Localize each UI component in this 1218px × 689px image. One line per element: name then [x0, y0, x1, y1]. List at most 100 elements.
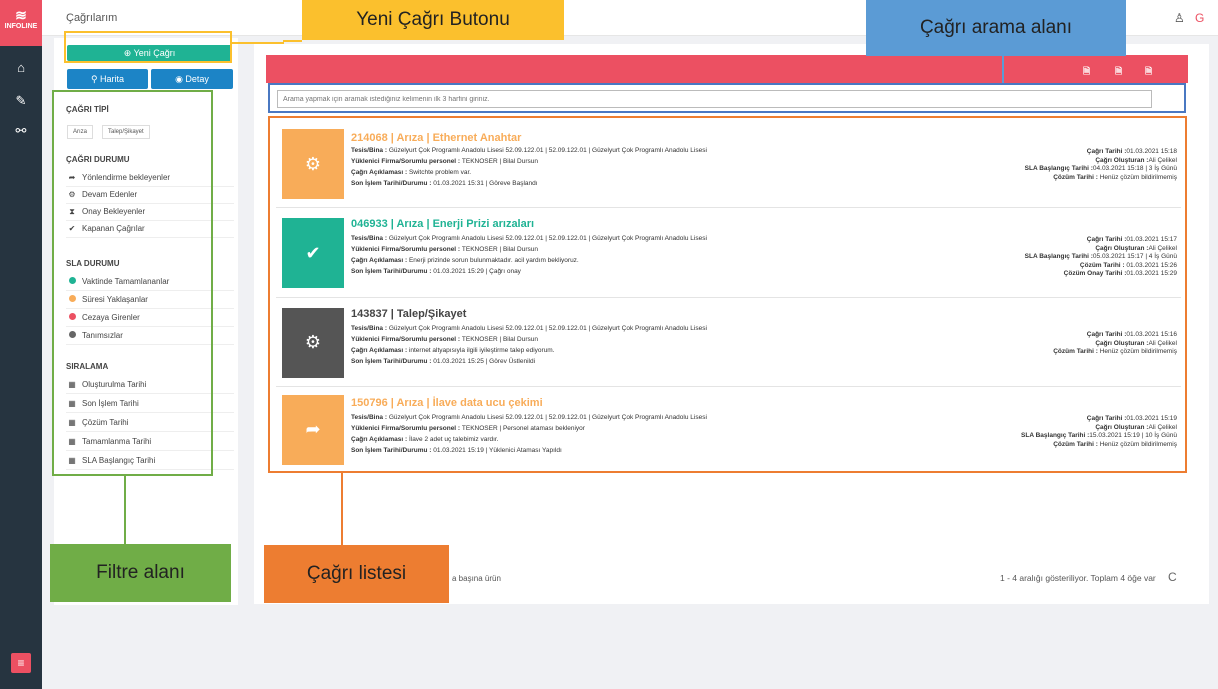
sort-item[interactable]: ▦ SLA Başlangıç Tarihi: [66, 454, 234, 470]
sitemap-icon[interactable]: ⚯: [0, 123, 42, 139]
call-meta-line: SLA Başlangıç Tarihi :05.03.2021 15:17 |…: [1024, 253, 1177, 260]
detail-button[interactable]: ◉ Detay: [151, 69, 233, 89]
menu-toggle-button[interactable]: ≡: [11, 653, 31, 673]
share-icon: ➦: [282, 394, 344, 465]
home-icon[interactable]: ⌂: [0, 60, 42, 75]
excel-export-icon[interactable]: 🗎: [1115, 64, 1122, 80]
call-title[interactable]: 143837 | Talep/Şikayet: [351, 308, 466, 320]
sort-item[interactable]: ▦ Oluşturulma Tarihi: [66, 378, 234, 394]
sla-status-title: SLA DURUMU: [66, 259, 120, 268]
call-card[interactable]: ➦ 150796 | Arıza | İlave data ucu çekimi…: [276, 387, 1181, 472]
call-card[interactable]: ⚙ 214068 | Arıza | Ethernet Anahtar Tesi…: [276, 120, 1181, 208]
status-dot-icon: [66, 275, 78, 289]
calendar-icon: ▦: [68, 380, 76, 389]
annotation-search: Çağrı arama alanı: [866, 0, 1126, 56]
status-filter-item[interactable]: ➦ Yönlendirme bekleyenler: [66, 171, 234, 187]
call-detail-line: Yüklenici Firma/Sorumlu personel : TEKNO…: [351, 158, 538, 165]
logout-icon[interactable]: G: [1195, 11, 1204, 25]
call-meta-line: Çağrı Oluşturan :Ali Çelikel: [1095, 244, 1177, 252]
connector-search: [1002, 56, 1004, 83]
calendar-icon: ▦: [68, 418, 76, 427]
sort-item[interactable]: ▦ Çözüm Tarihi: [66, 416, 234, 432]
connector-new-call: [232, 42, 284, 44]
call-meta-line: Çözüm Tarihi : Henüz çözüm bildirilmemiş: [1053, 173, 1177, 181]
call-detail-line: Tesis/Bina : Güzelyurt Çok Programlı Ana…: [351, 235, 707, 242]
call-detail-line: Son İşlem Tarihi/Durumu : 01.03.2021 15:…: [351, 268, 521, 275]
annotation-filter: Filtre alanı: [50, 544, 231, 602]
sort-label: Tamamlanma Tarihi: [82, 437, 152, 446]
check-circle-icon: ✔: [282, 218, 344, 288]
status-dot-icon: [66, 293, 78, 307]
sidebar: ≋ INFOLINE ⌂ ✎ ⚯ ≡: [0, 0, 42, 689]
sort-title: SIRALAMA: [66, 362, 109, 371]
sort-label: Oluşturulma Tarihi: [82, 380, 147, 389]
call-title[interactable]: 046933 | Arıza | Enerji Prizi arızaları: [351, 218, 534, 230]
call-meta-line: Çözüm Tarihi : Henüz çözüm bildirilmemiş: [1053, 440, 1177, 448]
logo[interactable]: ≋ INFOLINE: [0, 0, 42, 46]
status-dot-icon: [66, 311, 78, 325]
annotation-list: Çağrı listesi: [264, 545, 449, 603]
page-title: Çağrılarım: [66, 12, 118, 24]
call-meta-line: Çağrı Oluşturan :Ali Çelikel: [1095, 423, 1177, 431]
call-card[interactable]: ⚙ 143837 | Talep/Şikayet Tesis/Bina : Gü…: [276, 298, 1181, 387]
call-detail-line: Yüklenici Firma/Sorumlu personel : TEKNO…: [351, 336, 538, 343]
chip-ariza[interactable]: Arıza: [67, 125, 94, 139]
map-button[interactable]: ⚲ Harita: [67, 69, 148, 89]
cogs-icon: ⚙: [282, 307, 344, 378]
call-detail-line: Yüklenici Firma/Sorumlu personel : TEKNO…: [351, 425, 585, 432]
share-icon: ➦: [68, 173, 76, 182]
sla-filter-item[interactable]: Tanımsızlar: [66, 329, 234, 345]
call-detail-line: Yüklenici Firma/Sorumlu personel : TEKNO…: [351, 246, 538, 253]
call-type-title: ÇAĞRI TİPİ: [66, 105, 109, 114]
sort-label: Son İşlem Tarihi: [82, 399, 139, 408]
user-icon[interactable]: ♙: [1174, 11, 1185, 25]
word-export-icon[interactable]: 🗎: [1145, 64, 1152, 80]
call-meta-line: Çağrı Tarihi :01.03.2021 15:17: [1086, 236, 1177, 243]
cogs-icon: ⚙: [68, 190, 76, 199]
call-detail-line: Son İşlem Tarihi/Durumu : 01.03.2021 15:…: [351, 180, 538, 187]
sla-filter-label: Vaktinde Tamamlananlar: [82, 277, 170, 286]
calendar-icon: ▦: [68, 456, 76, 465]
new-call-button[interactable]: ⊕ Yeni Çağrı: [67, 45, 232, 61]
status-filter-label: Yönlendirme bekleyenler: [82, 173, 171, 182]
pdf-export-icon[interactable]: 🗎: [1083, 64, 1090, 80]
sort-item[interactable]: ▦ Son İşlem Tarihi: [66, 397, 234, 413]
wrench-icon[interactable]: ✎: [0, 93, 42, 109]
call-detail-line: Son İşlem Tarihi/Durumu : 01.03.2021 15:…: [351, 447, 562, 454]
call-detail-line: Çağrı Açıklaması : İlave 2 adet uç taleb…: [351, 436, 499, 443]
sla-filter-item[interactable]: Vaktinde Tamamlananlar: [66, 275, 234, 291]
sla-filter-item[interactable]: Süresi Yaklaşanlar: [66, 293, 234, 309]
refresh-icon[interactable]: C: [1168, 570, 1177, 584]
status-dot-icon: [66, 329, 78, 343]
sort-item[interactable]: ▦ Tamamlanma Tarihi: [66, 435, 234, 451]
hourglass-icon: ⧗: [69, 207, 75, 216]
call-title[interactable]: 214068 | Arıza | Ethernet Anahtar: [351, 132, 521, 144]
call-detail-line: Çağrı Açıklaması : Enerji prizinde sorun…: [351, 257, 579, 264]
call-meta-line: Çağrı Tarihi :01.03.2021 15:16: [1086, 331, 1177, 338]
call-meta-line: Çözüm Onay Tarihi :01.03.2021 15:29: [1063, 270, 1177, 277]
call-detail-line: Çağrı Açıklaması : internet altyapısıyla…: [351, 347, 555, 354]
status-filter-item[interactable]: ⚙ Devam Edenler: [66, 188, 234, 204]
sla-filter-label: Süresi Yaklaşanlar: [82, 295, 148, 304]
calendar-icon: ▦: [68, 399, 76, 408]
calendar-icon: ▦: [68, 437, 76, 446]
status-filter-item[interactable]: ✔ Kapanan Çağrılar: [66, 222, 234, 238]
call-meta-line: Çağrı Tarihi :01.03.2021 15:18: [1086, 148, 1177, 155]
pagination-summary: 1 - 4 aralığı gösteriliyor. Toplam 4 öğe…: [1000, 573, 1156, 583]
chip-talep-sikayet[interactable]: Talep/Şikayet: [102, 125, 150, 139]
status-filter-item[interactable]: ⧗ Onay Bekleyenler: [66, 205, 234, 221]
call-meta-line: Çağrı Oluşturan :Ali Çelikel: [1095, 339, 1177, 347]
sla-filter-item[interactable]: Cezaya Girenler: [66, 311, 234, 327]
sort-label: Çözüm Tarihi: [82, 418, 129, 427]
status-filter-label: Kapanan Çağrılar: [82, 224, 145, 233]
sla-filter-label: Cezaya Girenler: [82, 313, 140, 322]
call-detail-line: Son İşlem Tarihi/Durumu : 01.03.2021 15:…: [351, 358, 536, 365]
search-input[interactable]: [277, 90, 1152, 108]
call-detail-line: Tesis/Bina : Güzelyurt Çok Programlı Ana…: [351, 414, 707, 421]
status-filter-label: Devam Edenler: [82, 190, 138, 199]
call-title[interactable]: 150796 | Arıza | İlave data ucu çekimi: [351, 397, 543, 409]
page-size-label: a başına ürün: [452, 574, 501, 583]
sort-label: SLA Başlangıç Tarihi: [82, 456, 156, 465]
cogs-icon: ⚙: [282, 129, 344, 199]
call-card[interactable]: ✔ 046933 | Arıza | Enerji Prizi arızalar…: [276, 208, 1181, 298]
